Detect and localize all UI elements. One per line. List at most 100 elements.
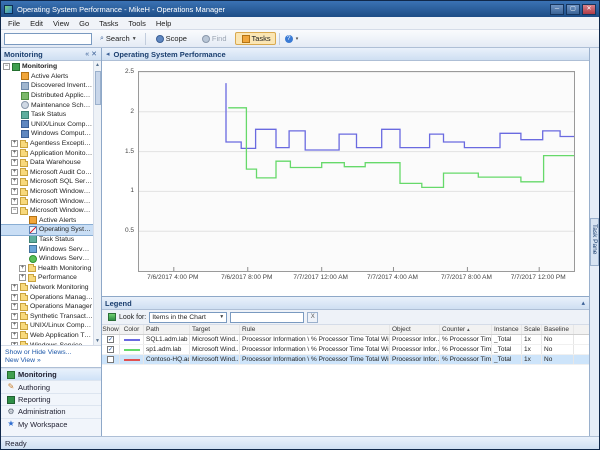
expand-expander-icon[interactable]: + — [11, 188, 18, 195]
tree-item[interactable]: Operating System Performance — [1, 225, 93, 235]
tree-item[interactable]: +Data Warehouse — [1, 158, 93, 168]
expand-expander-icon[interactable]: + — [11, 178, 18, 185]
menu-file[interactable]: File — [3, 19, 25, 28]
expand-expander-icon[interactable]: + — [11, 159, 18, 166]
scrollbar-track[interactable] — [94, 69, 101, 337]
nav-reporting[interactable]: Reporting — [1, 393, 101, 405]
expand-expander-icon[interactable]: + — [11, 140, 18, 147]
tree-item[interactable]: Windows Server Operating System Health — [1, 244, 93, 254]
legend-row[interactable]: ✓SQL1.adm.labMicrosoft Wind...Processor … — [102, 335, 589, 345]
column-header-color[interactable]: Color — [120, 325, 144, 334]
checkbox-checked[interactable]: ✓ — [107, 336, 114, 343]
menu-go[interactable]: Go — [74, 19, 94, 28]
new-view-link[interactable]: New View » — [5, 357, 97, 364]
tree-item[interactable]: +Microsoft SQL Server — [1, 177, 93, 187]
menu-edit[interactable]: Edit — [25, 19, 48, 28]
tree-item[interactable]: +Microsoft Audit Collection Services — [1, 168, 93, 178]
tree-item[interactable]: +Operations Manager — [1, 302, 93, 312]
tree-item[interactable]: Task Status — [1, 235, 93, 245]
checkbox-checked[interactable]: ✓ — [107, 346, 114, 353]
menu-tasks[interactable]: Tasks — [94, 19, 123, 28]
expand-expander-icon[interactable]: + — [11, 294, 18, 301]
menu-help[interactable]: Help — [151, 19, 176, 28]
column-header-show[interactable]: Show — [102, 325, 120, 334]
tree-item[interactable]: Windows Server State — [1, 254, 93, 264]
column-header-instance[interactable]: Instance — [492, 325, 522, 334]
legend-row[interactable]: ✓sp1.adm.labMicrosoft Wind...Processor I… — [102, 345, 589, 355]
tree-item[interactable]: +Microsoft Windows Client — [1, 196, 93, 206]
tree-item[interactable]: Distributed Applications — [1, 91, 93, 101]
tree-item[interactable]: +Operations Management Suite — [1, 292, 93, 302]
search-button[interactable]: ⌕ Search ▼ — [95, 32, 142, 45]
find-button[interactable]: Find — [195, 32, 232, 45]
expand-expander-icon[interactable]: + — [11, 169, 18, 176]
expand-expander-icon[interactable]: + — [11, 284, 18, 291]
tree-scrollbar[interactable]: ▲ ▼ — [93, 61, 101, 345]
close-pane-icon[interactable]: ✕ — [90, 50, 98, 58]
nav-administration[interactable]: ⚙Administration — [1, 405, 101, 417]
checkbox[interactable] — [107, 356, 114, 363]
expand-expander-icon[interactable]: + — [11, 198, 18, 205]
toolbar-overflow-icon[interactable]: ▾ — [296, 36, 299, 42]
tree-item[interactable]: +Health Monitoring — [1, 263, 93, 273]
tree-item[interactable]: − Monitoring — [1, 62, 93, 72]
column-header-baseline[interactable]: Baseline — [542, 325, 574, 334]
expand-expander-icon[interactable]: + — [19, 274, 26, 281]
tree-item[interactable]: −Microsoft Windows Server — [1, 206, 93, 216]
clear-filter-button[interactable]: X — [307, 312, 318, 323]
chevron-left-icon[interactable]: ◂ — [105, 50, 111, 58]
task-pane-tab[interactable]: Task Pane — [590, 218, 599, 265]
collapse-expander-icon[interactable]: − — [11, 207, 18, 214]
expand-expander-icon[interactable]: + — [11, 313, 18, 320]
expand-expander-icon[interactable]: + — [19, 265, 26, 272]
tree-item[interactable]: +Network Monitoring — [1, 283, 93, 293]
tree-item[interactable]: Task Status — [1, 110, 93, 120]
tree-item[interactable]: Active Alerts — [1, 72, 93, 82]
tree-item[interactable]: Windows Computers — [1, 129, 93, 139]
column-header-counter[interactable]: Counter▲ — [440, 325, 492, 334]
chevron-up-icon[interactable]: ▴ — [580, 299, 586, 307]
search-input[interactable] — [4, 33, 92, 45]
tree-item[interactable]: Maintenance Schedules — [1, 100, 93, 110]
nav-my-workspace[interactable]: ★My Workspace — [1, 418, 101, 430]
nav-authoring[interactable]: ✎Authoring — [1, 380, 101, 392]
column-header-scale[interactable]: Scale — [522, 325, 542, 334]
scroll-down-icon[interactable]: ▼ — [95, 337, 100, 345]
tree-item[interactable]: UNIX/Linux Computers — [1, 120, 93, 130]
tree-item[interactable]: +Synthetic Transaction — [1, 311, 93, 321]
expand-expander-icon[interactable]: + — [11, 332, 18, 339]
show-hide-views-link[interactable]: Show or Hide Views... — [5, 349, 97, 356]
menu-view[interactable]: View — [48, 19, 74, 28]
legend-row[interactable]: Contoso-HQ.adm.labMicrosoft Wind...Proce… — [102, 355, 589, 365]
column-header-target[interactable]: Target — [190, 325, 240, 334]
tree-item[interactable]: +UNIX/Linux Computers — [1, 321, 93, 331]
column-header-path[interactable]: Path — [144, 325, 190, 334]
menu-tools[interactable]: Tools — [123, 19, 151, 28]
tasks-button[interactable]: Tasks — [235, 32, 276, 45]
close-button[interactable]: ✕ — [582, 4, 596, 15]
help-icon[interactable]: ? — [285, 35, 293, 43]
collapse-expander-icon[interactable]: − — [3, 63, 10, 70]
maximize-button[interactable]: ▢ — [566, 4, 580, 15]
expand-expander-icon[interactable]: + — [11, 322, 18, 329]
nav-monitoring[interactable]: Monitoring — [1, 368, 101, 380]
column-header-rule[interactable]: Rule — [240, 325, 390, 334]
tree-item[interactable]: +Agentless Exception Monitoring — [1, 139, 93, 149]
tree-item[interactable]: Active Alerts — [1, 216, 93, 226]
scrollbar-thumb[interactable] — [95, 71, 101, 105]
tree-item[interactable]: +Performance — [1, 273, 93, 283]
scroll-up-icon[interactable]: ▲ — [95, 61, 100, 69]
expand-expander-icon[interactable]: + — [11, 150, 18, 157]
look-for-select[interactable]: Items in the Chart ▼ — [149, 312, 227, 323]
legend-filter-input[interactable] — [230, 312, 304, 323]
minimize-button[interactable]: ─ — [550, 4, 564, 15]
column-header-object[interactable]: Object — [390, 325, 440, 334]
tree-item[interactable]: +Web Application Transaction Monitoring — [1, 331, 93, 341]
tree-item-label: Monitoring — [22, 63, 57, 70]
tree-item[interactable]: +Application Monitoring — [1, 148, 93, 158]
tree-item[interactable]: +Microsoft Windows Internet Information … — [1, 187, 93, 197]
scope-button[interactable]: Scope — [149, 32, 192, 45]
tree-item[interactable]: Discovered Inventory — [1, 81, 93, 91]
expand-expander-icon[interactable]: + — [11, 303, 18, 310]
scope-button-label: Scope — [166, 34, 187, 43]
